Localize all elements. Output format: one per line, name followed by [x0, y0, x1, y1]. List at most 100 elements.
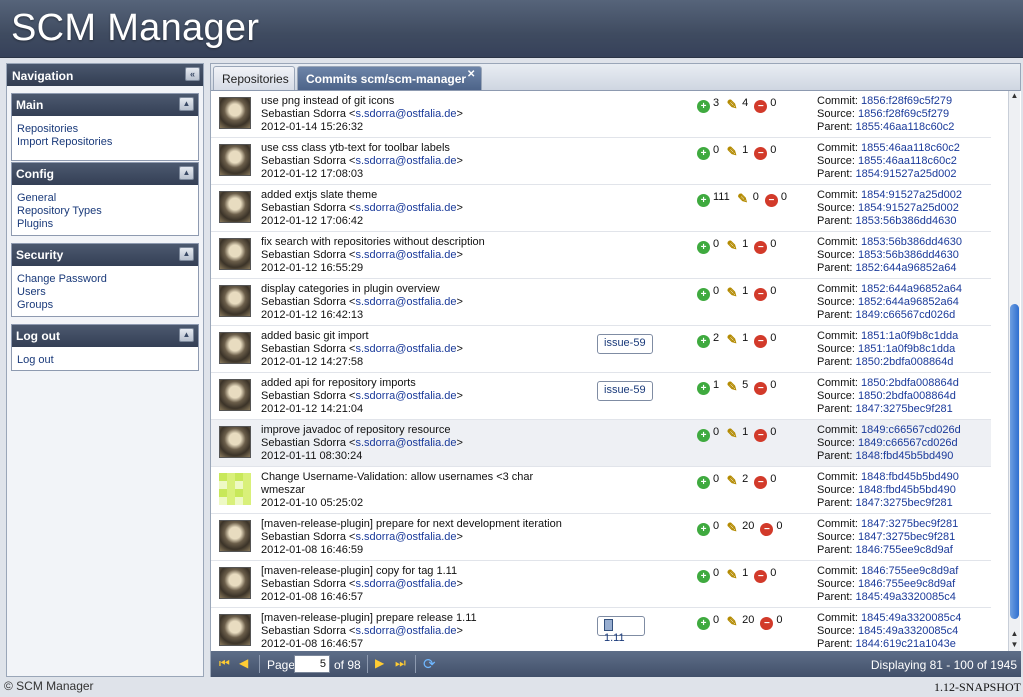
commit-id-link[interactable]: 1847:3275bec9f281 [861, 518, 958, 530]
added-count: 0 [713, 520, 720, 532]
nav-item-change-password[interactable]: Change Password [17, 273, 198, 286]
source-id-link[interactable]: 1846:755ee9c8d9af [858, 578, 955, 590]
commit-id-link[interactable]: 1845:49a3320085c4 [861, 612, 961, 624]
author-email-link[interactable]: s.sdorra@ostfalia.de [355, 202, 456, 214]
commit-id-link[interactable]: 1848:fbd45b5bd490 [861, 471, 959, 483]
commit-id-link[interactable]: 1851:1a0f9b8c1dda [861, 330, 958, 342]
author-email-link[interactable]: s.sdorra@ostfalia.de [355, 343, 456, 355]
author-email-link[interactable]: s.sdorra@ostfalia.de [355, 437, 456, 449]
author-email-link[interactable]: s.sdorra@ostfalia.de [355, 578, 456, 590]
author-email-link[interactable]: s.sdorra@ostfalia.de [355, 390, 456, 402]
source-id-link[interactable]: 1854:91527a25d002 [858, 202, 959, 214]
parent-id-link[interactable]: 1852:644a96852a64 [856, 262, 957, 274]
scroll-up-icon[interactable]: ▲ [1010, 91, 1019, 101]
table-row[interactable]: improve javadoc of repository resource Se… [211, 420, 991, 467]
tag-label: issue-59 [604, 337, 646, 349]
parent-id-link[interactable]: 1847:3275bec9f281 [856, 497, 953, 509]
tab-repositories[interactable]: Repositories [213, 66, 295, 90]
source-id-link[interactable]: 1848:fbd45b5bd490 [858, 484, 956, 496]
parent-id-link[interactable]: 1846:755ee9c8d9af [856, 544, 953, 556]
tab-commits[interactable]: Commits scm/scm-manager ✕ [297, 66, 482, 90]
collapse-section-icon[interactable]: ▲ [179, 97, 194, 111]
scrollbar-thumb[interactable] [1010, 304, 1019, 619]
commit-id-link[interactable]: 1846:755ee9c8d9af [861, 565, 958, 577]
author-email-link[interactable]: s.sdorra@ostfalia.de [355, 249, 456, 261]
scroll-up-icon[interactable]: ▲ [1010, 629, 1019, 639]
author-email-link[interactable]: s.sdorra@ostfalia.de [355, 531, 456, 543]
source-id-link[interactable]: 1845:49a3320085c4 [858, 625, 958, 637]
parent-id-link[interactable]: 1844:619c21a1043e [856, 638, 956, 650]
table-row[interactable]: fix search with repositories without des… [211, 232, 991, 279]
last-page-icon[interactable]: ⏭ [395, 656, 406, 671]
author-email-link[interactable]: s.sdorra@ostfalia.de [355, 108, 456, 120]
parent-id-link[interactable]: 1850:2bdfa008864d [856, 356, 954, 368]
nav-item-users[interactable]: Users [17, 286, 198, 299]
nav-item-plugins[interactable]: Plugins [17, 218, 198, 231]
next-page-icon[interactable]: ▶ [375, 656, 384, 670]
parent-id-link[interactable]: 1854:91527a25d002 [856, 168, 957, 180]
parent-id-link[interactable]: 1845:49a3320085c4 [856, 591, 956, 603]
table-row[interactable]: [maven-release-plugin] prepare release 1… [211, 608, 991, 651]
tag-badge[interactable]: issue-59 [597, 334, 653, 354]
commit-id-link[interactable]: 1856:f28f69c5f279 [861, 95, 952, 107]
source-id-link[interactable]: 1849:c66567cd026d [858, 437, 958, 449]
table-row[interactable]: display categories in plugin overview Seb… [211, 279, 991, 326]
refresh-icon[interactable]: ⟳ [423, 655, 436, 673]
deleted-count: 0 [770, 426, 777, 438]
source-id-link[interactable]: 1851:1a0f9b8c1dda [858, 343, 955, 355]
table-row[interactable]: use css class ytb-text for toolbar label… [211, 138, 991, 185]
table-row[interactable]: [maven-release-plugin] prepare for next … [211, 514, 991, 561]
commit-id-link[interactable]: 1852:644a96852a64 [861, 283, 962, 295]
close-tab-icon[interactable]: ✕ [467, 70, 477, 80]
nav-item-groups[interactable]: Groups [17, 299, 198, 312]
previous-page-icon[interactable]: ◀ [239, 656, 248, 670]
source-id-link[interactable]: 1856:f28f69c5f279 [858, 108, 949, 120]
collapse-section-icon[interactable]: ▲ [179, 166, 194, 180]
commit-id-link[interactable]: 1853:56b386dd4630 [861, 236, 962, 248]
nav-item-import-repositories[interactable]: Import Repositories [17, 136, 198, 149]
source-id-link[interactable]: 1850:2bdfa008864d [858, 390, 956, 402]
table-row[interactable]: added basic git import Sebastian Sdorra <… [211, 326, 991, 373]
nav-item-repository-types[interactable]: Repository Types [17, 205, 198, 218]
added-count: 0 [713, 426, 720, 438]
table-row[interactable]: added api for repository imports Sebastia… [211, 373, 991, 420]
table-row[interactable]: use png instead of git icons Sebastian Sd… [211, 91, 991, 138]
source-id-link[interactable]: 1847:3275bec9f281 [858, 531, 955, 543]
source-id-link[interactable]: 1853:56b386dd4630 [858, 249, 959, 261]
scroll-down-icon[interactable]: ▼ [1010, 640, 1019, 650]
commit-id-link[interactable]: 1855:46aa118c60c2 [861, 142, 960, 154]
commit-id-link[interactable]: 1850:2bdfa008864d [861, 377, 959, 389]
pencil-icon: ✎ [726, 614, 738, 629]
section-title: Config [16, 167, 54, 181]
tag-badge[interactable]: issue-59 [597, 381, 653, 401]
parent-id-link[interactable]: 1847:3275bec9f281 [856, 403, 953, 415]
table-row[interactable]: [maven-release-plugin] copy for tag 1.11… [211, 561, 991, 608]
author-email-link[interactable]: s.sdorra@ostfalia.de [355, 625, 456, 637]
nav-item-log-out[interactable]: Log out [17, 354, 198, 367]
table-row[interactable]: added extjs slate theme Sebastian Sdorra … [211, 185, 991, 232]
author-email-link[interactable]: s.sdorra@ostfalia.de [355, 296, 456, 308]
commit-id-link[interactable]: 1854:91527a25d002 [861, 189, 962, 201]
source-id-link[interactable]: 1855:46aa118c60c2 [858, 155, 957, 167]
nav-item-repositories[interactable]: Repositories [17, 123, 198, 136]
deleted-count: 0 [770, 144, 777, 156]
collapse-navigation-icon[interactable]: « [185, 67, 200, 81]
first-page-icon[interactable]: ⏮ [219, 656, 230, 671]
plus-icon: + [697, 382, 710, 395]
change-stats: +0 ✎ 20−0 [697, 614, 789, 630]
source-id-link[interactable]: 1852:644a96852a64 [858, 296, 959, 308]
vertical-scrollbar[interactable]: ▲ ▲ ▼ [1008, 91, 1020, 651]
collapse-section-icon[interactable]: ▲ [179, 247, 194, 261]
page-number-input[interactable] [294, 655, 330, 673]
author-email-link[interactable]: s.sdorra@ostfalia.de [355, 155, 456, 167]
deleted-count: 0 [770, 285, 777, 297]
parent-id-link[interactable]: 1855:46aa118c60c2 [856, 121, 955, 133]
parent-id-link[interactable]: 1849:c66567cd026d [856, 309, 956, 321]
nav-item-general[interactable]: General [17, 192, 198, 205]
tag-badge[interactable]: 1.11 [597, 616, 645, 644]
parent-id-link[interactable]: 1848:fbd45b5bd490 [856, 450, 954, 462]
parent-id-link[interactable]: 1853:56b386dd4630 [856, 215, 957, 227]
commit-id-link[interactable]: 1849:c66567cd026d [861, 424, 961, 436]
table-row[interactable]: Change Username-Validation: allow userna… [211, 467, 991, 514]
collapse-section-icon[interactable]: ▲ [179, 328, 194, 342]
